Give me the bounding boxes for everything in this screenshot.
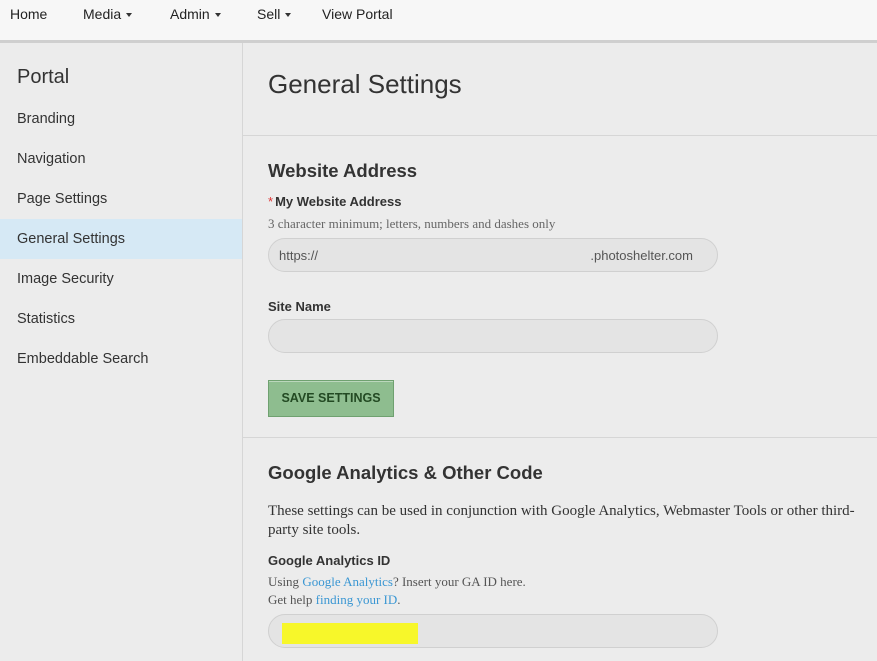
website-address-label-text: My Website Address <box>275 194 402 209</box>
redaction-highlight <box>282 623 418 644</box>
page-title: General Settings <box>268 69 462 99</box>
nav-home-label: Home <box>10 6 48 22</box>
nav-view-portal-label: View Portal <box>322 6 393 22</box>
sidebar-item-embeddable-search[interactable]: Embeddable Search <box>0 339 242 379</box>
finding-your-id-link[interactable]: finding your ID <box>316 592 398 607</box>
website-address-label: * My Website Address <box>268 194 402 209</box>
url-suffix: .photoshelter.com <box>590 248 693 263</box>
ga-hint-line2-suffix: . <box>397 592 401 607</box>
website-address-hint: 3 character minimum; letters, numbers an… <box>268 216 556 231</box>
sidebar: Portal Branding Navigation Page Settings… <box>0 43 243 661</box>
url-prefix: https:// <box>279 248 319 263</box>
nav-admin-label: Admin <box>170 6 210 22</box>
nav-view-portal[interactable]: View Portal <box>322 6 393 22</box>
ga-id-input[interactable] <box>268 614 718 648</box>
sidebar-item-statistics[interactable]: Statistics <box>0 299 242 339</box>
sidebar-item-page-settings[interactable]: Page Settings <box>0 179 242 219</box>
sidebar-heading: Portal <box>17 66 70 88</box>
ga-hint-line1-suffix: ? Insert your GA ID here. <box>392 574 526 589</box>
divider <box>243 135 877 136</box>
website-address-input[interactable]: https:// .photoshelter.com <box>268 238 718 272</box>
ga-id-label: Google Analytics ID <box>268 553 391 568</box>
ga-hint-line2-prefix: Get help <box>268 592 316 607</box>
chevron-down-icon <box>126 13 133 17</box>
site-name-input[interactable] <box>268 319 718 353</box>
ga-hint-line1: Using Google Analytics? Insert your GA I… <box>268 574 526 590</box>
save-settings-button[interactable]: SAVE SETTINGS <box>268 380 394 417</box>
chevron-down-icon <box>285 13 292 17</box>
site-name-label: Site Name <box>268 299 331 314</box>
nav-media[interactable]: Media <box>83 6 133 22</box>
nav-media-label: Media <box>83 6 122 22</box>
top-nav-bar: Home Media Admin Sell View Portal <box>0 0 877 43</box>
nav-home[interactable]: Home <box>10 6 47 22</box>
ga-hint-line1-prefix: Using <box>268 574 303 589</box>
divider <box>243 437 877 438</box>
chevron-down-icon <box>214 13 221 17</box>
nav-sell-label: Sell <box>257 6 281 22</box>
analytics-section-title: Google Analytics & Other Code <box>268 462 543 483</box>
main-content: General Settings Website Address * My Web… <box>243 43 877 661</box>
website-address-section-title: Website Address <box>268 160 418 181</box>
ga-hint-line2: Get help finding your ID. <box>268 592 401 608</box>
nav-admin[interactable]: Admin <box>170 6 221 22</box>
sidebar-item-image-security[interactable]: Image Security <box>0 259 242 299</box>
google-analytics-link[interactable]: Google Analytics <box>302 574 393 589</box>
required-marker: * <box>268 194 274 209</box>
nav-sell[interactable]: Sell <box>257 6 292 22</box>
analytics-description: These settings can be used in conjunctio… <box>268 503 855 538</box>
sidebar-item-navigation[interactable]: Navigation <box>0 139 242 179</box>
sidebar-item-general-settings[interactable]: General Settings <box>0 219 242 259</box>
sidebar-item-branding[interactable]: Branding <box>0 99 242 139</box>
